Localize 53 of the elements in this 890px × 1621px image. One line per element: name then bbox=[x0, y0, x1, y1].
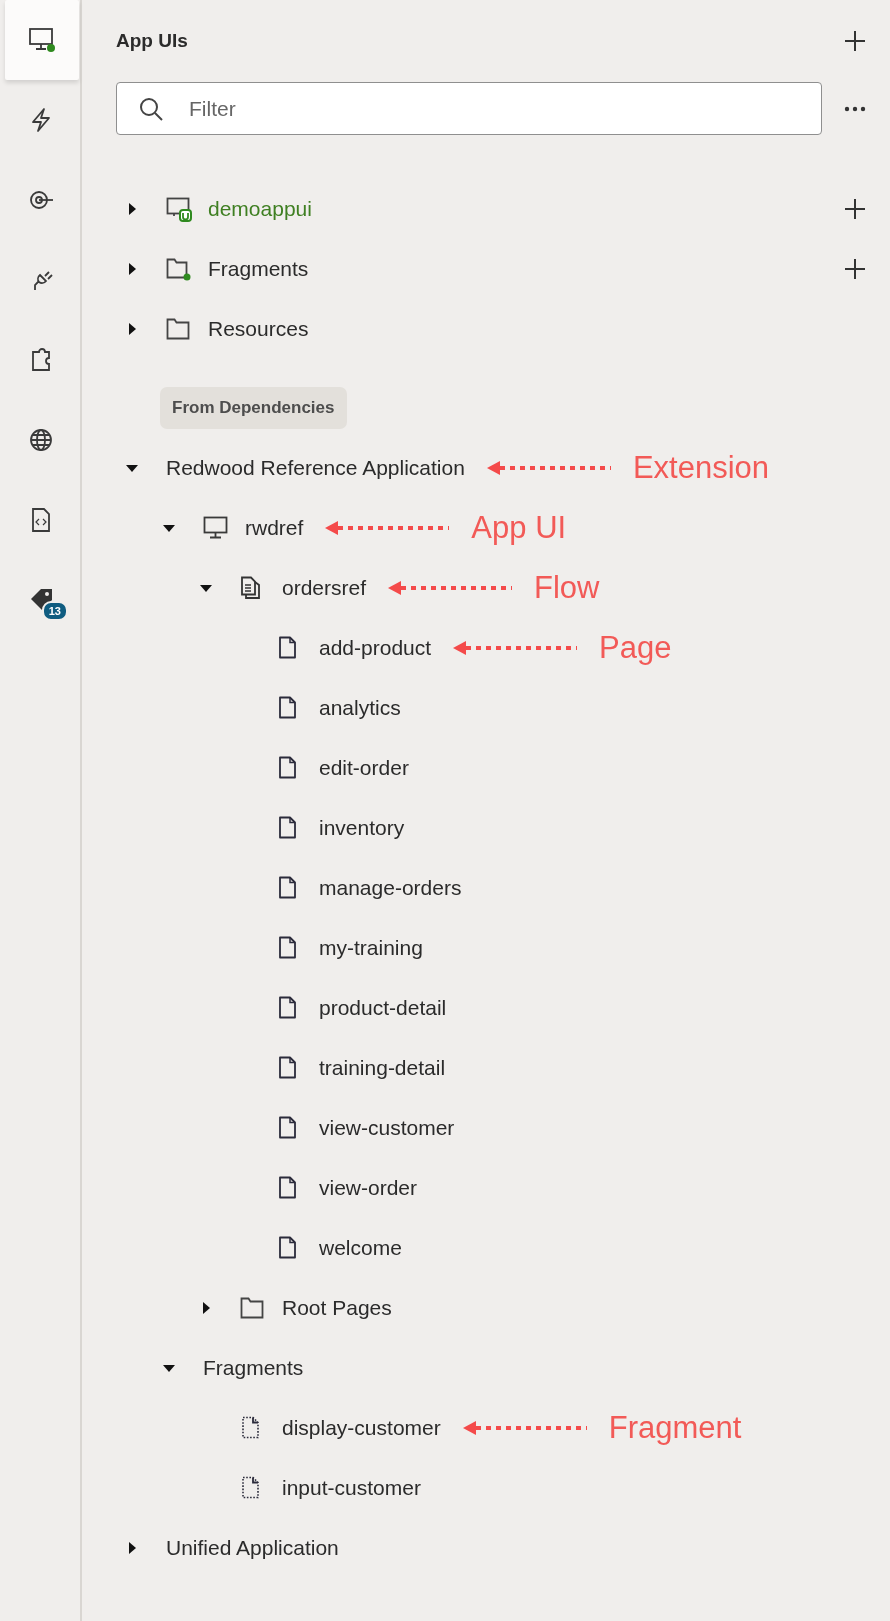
expand-caret-icon[interactable] bbox=[126, 1542, 138, 1554]
tree-item[interactable]: edit-order bbox=[319, 756, 409, 780]
tree-item[interactable]: training-detail bbox=[319, 1056, 446, 1080]
tree-item[interactable]: input-customer bbox=[282, 1476, 421, 1500]
annotation-label: Extension bbox=[632, 450, 769, 486]
expand-caret-icon[interactable] bbox=[126, 323, 138, 335]
tree-item[interactable]: inventory bbox=[319, 816, 405, 840]
more-icon bbox=[844, 105, 866, 112]
tree-item[interactable]: Fragments bbox=[203, 1356, 304, 1380]
tree-item[interactable]: product-detail bbox=[319, 996, 447, 1020]
expand-caret-icon[interactable] bbox=[126, 203, 138, 215]
tree-item[interactable]: my-training bbox=[319, 936, 423, 960]
tree-item[interactable]: view-customer bbox=[319, 1116, 455, 1140]
plus-icon bbox=[844, 198, 866, 220]
panel-title: App UIs bbox=[116, 30, 188, 52]
tree-item[interactable]: Redwood Reference Application bbox=[166, 456, 465, 480]
collapse-caret-icon[interactable] bbox=[126, 462, 138, 474]
tree-item[interactable]: view-order bbox=[319, 1176, 418, 1200]
annotation-label: Fragment bbox=[608, 1410, 742, 1446]
plus-icon bbox=[844, 30, 866, 52]
count-badge: 13 bbox=[41, 601, 68, 621]
tree-item[interactable]: analytics bbox=[319, 696, 401, 720]
tree-item[interactable]: rwdref bbox=[245, 516, 304, 540]
tree-item[interactable]: welcome bbox=[319, 1236, 402, 1260]
section-label: From Dependencies bbox=[160, 387, 347, 429]
tree-item[interactable]: display-customer bbox=[282, 1416, 441, 1440]
monitor-icon bbox=[28, 27, 56, 53]
collapse-caret-icon[interactable] bbox=[163, 522, 175, 534]
search-icon bbox=[138, 96, 164, 122]
annotation-label: Page bbox=[599, 630, 672, 666]
folder-icon bbox=[240, 1295, 266, 1321]
search-field[interactable]: Filter bbox=[116, 82, 822, 135]
rail-tab[interactable] bbox=[5, 0, 79, 80]
folder-icon bbox=[166, 256, 192, 282]
tree-item[interactable]: add-product bbox=[319, 636, 432, 660]
tree-item[interactable]: demoappui bbox=[208, 197, 312, 221]
tree-item[interactable]: Root Pages bbox=[282, 1296, 392, 1320]
monitor-icon bbox=[166, 196, 192, 222]
annotation-label: Flow bbox=[534, 570, 600, 606]
tree-item[interactable]: ordersref bbox=[282, 576, 367, 600]
collapse-caret-icon[interactable] bbox=[163, 1362, 175, 1374]
annotation-label: App UI bbox=[471, 510, 567, 546]
tree-item[interactable]: Unified Application bbox=[166, 1536, 339, 1560]
collapse-caret-icon[interactable] bbox=[200, 582, 212, 594]
rail-tab[interactable]: 13 bbox=[5, 560, 79, 640]
tree-item[interactable]: Fragments bbox=[208, 257, 309, 281]
expand-caret-icon[interactable] bbox=[200, 1302, 212, 1314]
tree-item[interactable]: Resources bbox=[208, 317, 309, 341]
expand-caret-icon[interactable] bbox=[126, 263, 138, 275]
monitor-icon bbox=[203, 515, 229, 541]
folder-icon bbox=[166, 316, 192, 342]
tree-item[interactable]: manage-orders bbox=[319, 876, 462, 900]
plus-icon bbox=[844, 258, 866, 280]
